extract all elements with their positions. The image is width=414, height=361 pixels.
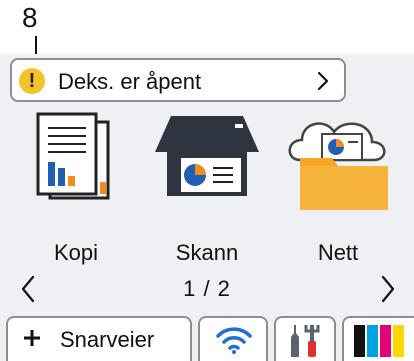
chevron-right-icon [317, 71, 329, 91]
toner-icon [354, 325, 404, 357]
bottom-bar: Snarveier [0, 316, 414, 361]
warning-icon: ! [19, 68, 45, 94]
pager: 1 / 2 [0, 270, 414, 306]
scanner-icon [155, 116, 259, 196]
tile-scan-label: Skann [175, 240, 239, 265]
shortcuts-label: Snarveier [60, 327, 155, 352]
settings-tools-icon [291, 325, 320, 357]
wifi-button[interactable] [198, 316, 268, 361]
settings-button[interactable] [274, 316, 336, 361]
chevron-right-icon[interactable] [378, 274, 398, 304]
page-indicator: 1 / 2 [183, 276, 231, 301]
tile-copy[interactable]: Kopi [16, 112, 136, 282]
tile-scan[interactable]: Skann [147, 112, 267, 282]
toner-button[interactable] [342, 316, 414, 361]
tile-web-label: Nett [317, 240, 359, 265]
callout-number: 8 [22, 2, 38, 33]
copy-document-chart-icon [36, 112, 110, 200]
wifi-icon [216, 327, 252, 354]
plus-icon [24, 330, 40, 346]
shortcuts-button[interactable]: Snarveier [6, 316, 192, 361]
tile-web[interactable]: Nett [278, 112, 398, 282]
status-message: Deks. er åpent [58, 69, 202, 94]
cloud-web-folder-icon [288, 122, 388, 210]
touchscreen: ! Deks. er åpent Kopi Skann Nett 1 / 2 S… [0, 54, 414, 361]
status-bar-button[interactable]: ! Deks. er åpent [10, 58, 346, 102]
tile-copy-label: Kopi [53, 240, 99, 265]
